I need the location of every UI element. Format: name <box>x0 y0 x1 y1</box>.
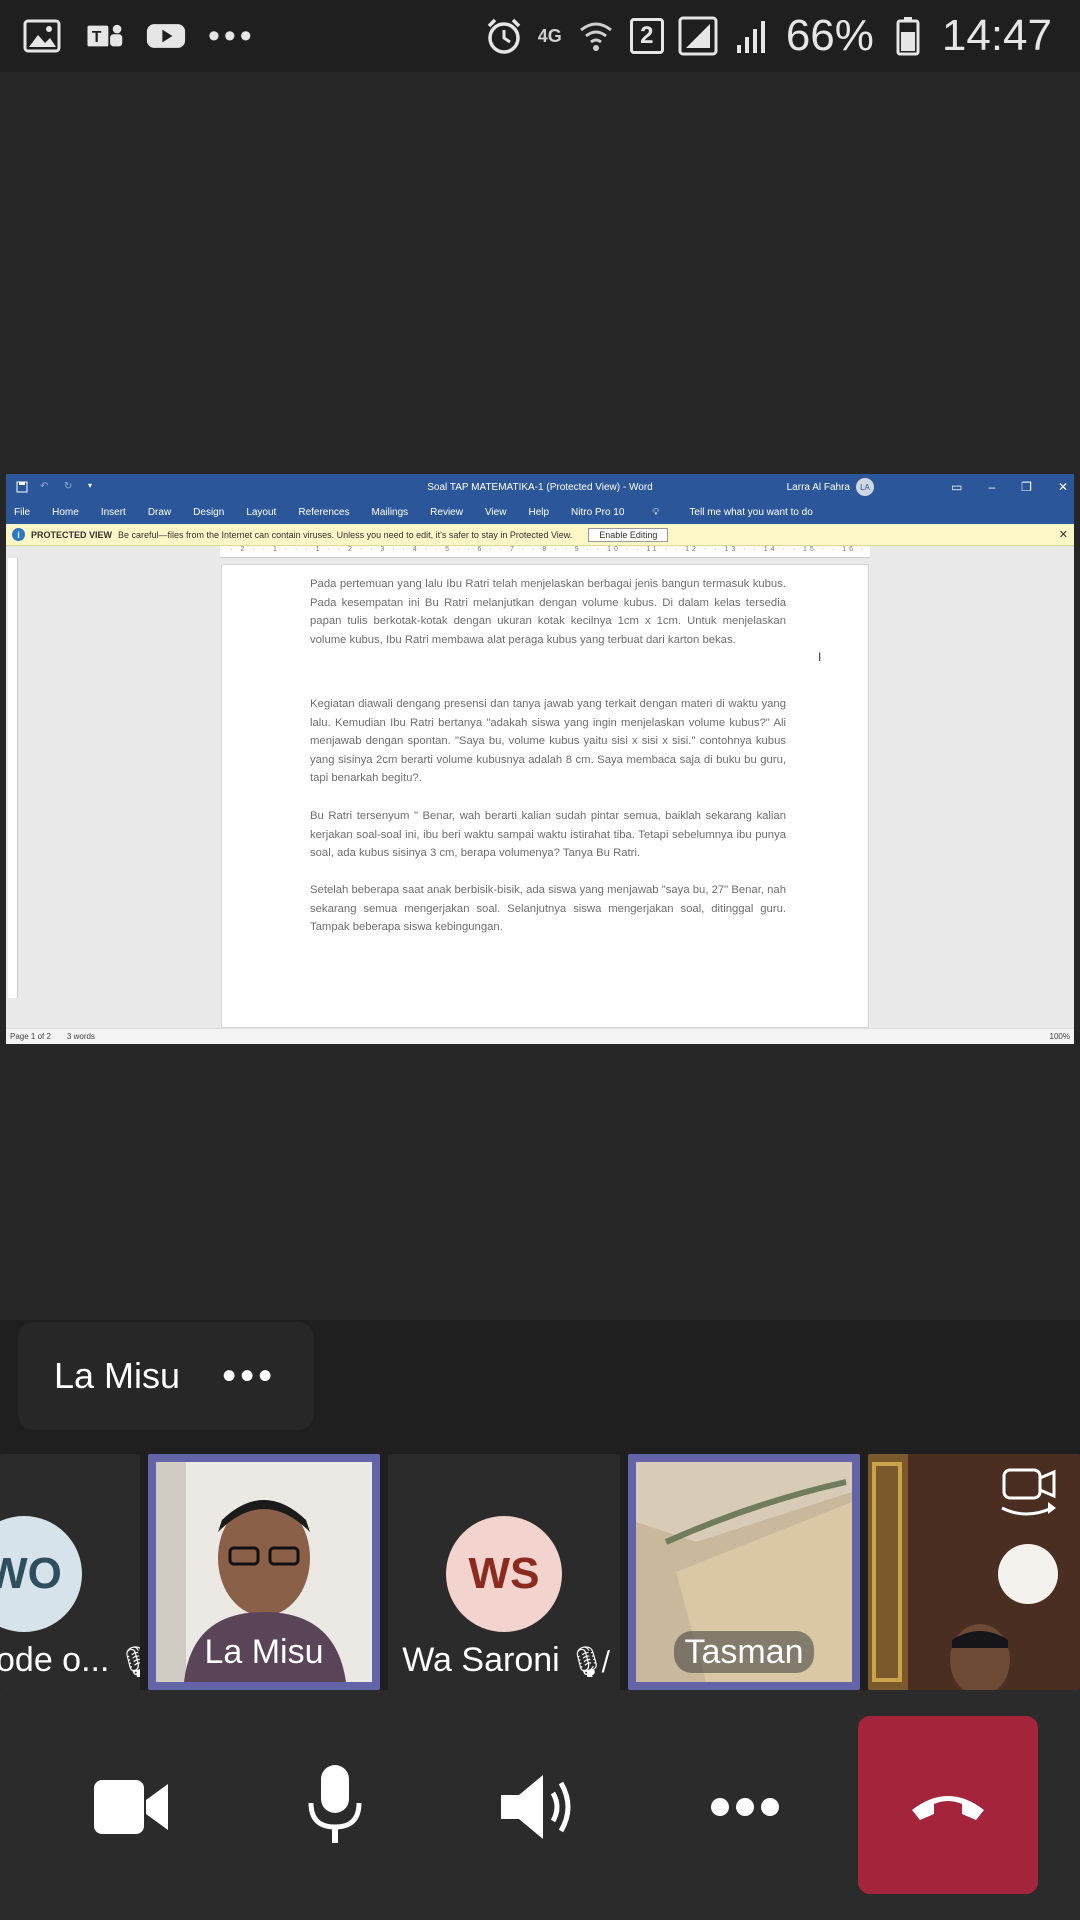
speaker-icon <box>501 1775 571 1839</box>
svg-text:T: T <box>92 29 102 46</box>
switch-camera-icon[interactable] <box>996 1466 1062 1525</box>
video-camera-icon <box>94 1780 168 1834</box>
more-actions-button[interactable] <box>690 1752 800 1862</box>
battery-percent: 66% <box>785 11 874 60</box>
menu-references: References <box>298 506 350 518</box>
clock: 14:47 <box>941 11 1052 60</box>
wifi-icon <box>576 16 616 56</box>
restore-icon: ❐ <box>1021 480 1032 494</box>
teams-icon: T <box>84 16 124 56</box>
close-icon: ✕ <box>1058 529 1068 541</box>
user-name: Larra Al Fahra <box>786 481 850 493</box>
participant-tile-self[interactable] <box>868 1454 1080 1690</box>
paragraph-2: Kegiatan diawali dengang presensi dan ta… <box>310 698 786 784</box>
protected-view-bar: i PROTECTED VIEW Be careful—files from t… <box>6 524 1074 546</box>
protected-message: Be careful—files from the Internet can c… <box>118 529 573 540</box>
word-title-bar: ↶ ↻ ▾ Soal TAP MATEMATIKA-1 (Protected V… <box>6 474 1074 500</box>
avatar: WS <box>446 1516 562 1632</box>
gallery-icon <box>22 16 62 56</box>
participant-name-text: Wa Saroni <box>402 1641 560 1679</box>
avatar-initials: WS <box>468 1549 540 1598</box>
horizontal-ruler: · · 2 · · 1 · · · 1 · · 2 · · 3 · · 4 · … <box>220 546 870 558</box>
word-status-bar: Page 1 of 2 3 words 100% <box>6 1028 1074 1044</box>
menu-layout: Layout <box>246 506 277 518</box>
youtube-icon <box>146 16 186 56</box>
participant-name: Tasman <box>636 1631 852 1673</box>
status-bar: T ••• 4G 2 66% 14:47 <box>0 0 1080 72</box>
menu-design: Design <box>193 506 225 518</box>
protected-label: PROTECTED VIEW <box>31 529 113 540</box>
participant-name: La Misu <box>204 1633 324 1671</box>
tell-me: 💡︎ Tell me what you want to do <box>652 507 834 518</box>
sim-badge: 2 <box>629 18 664 54</box>
menu-help: Help <box>528 506 550 518</box>
minimize-icon: – <box>988 480 996 494</box>
user-avatar: LA <box>856 478 874 496</box>
microphone-icon <box>308 1765 362 1843</box>
page-info: Page 1 of 2 <box>10 1032 51 1041</box>
menu-home: Home <box>52 506 79 518</box>
paragraph-3: Bu Ratri tersenyum " Benar, wah berarti … <box>310 810 786 859</box>
alarm-icon <box>484 16 524 56</box>
menu-mailings: Mailings <box>371 506 409 518</box>
signal-sim2-icon <box>732 16 772 56</box>
ribbon-display-icon: ▭ <box>951 480 963 494</box>
more-icon <box>711 1798 779 1816</box>
mic-off-icon: 🎙︎̸ <box>117 1645 140 1679</box>
menu-review: Review <box>430 506 463 518</box>
close-icon: ✕ <box>1057 480 1068 494</box>
document-title: Soal TAP MATEMATIKA-1 (Protected View) -… <box>427 481 653 493</box>
participant-name: ode o... 🎙︎̸ <box>0 1641 140 1680</box>
speaker-button[interactable] <box>484 1752 594 1862</box>
more-notifications-icon: ••• <box>208 16 256 55</box>
paragraph-1: Pada pertemuan yang lalu Ibu Ratri telah… <box>310 578 786 646</box>
zoom-level: 100% <box>1049 1032 1070 1041</box>
participant-name-text: ode o... <box>0 1641 110 1679</box>
avatar: WO <box>0 1516 82 1632</box>
participant-name-text: Tasman <box>674 1631 814 1673</box>
avatar-initials: WO <box>0 1549 62 1598</box>
paragraph-4: Setelah beberapa saat anak berbisik-bisi… <box>310 884 786 933</box>
enable-editing-button: Enable Editing <box>588 527 669 542</box>
menu-insert: Insert <box>100 506 126 518</box>
menu-file: File <box>14 506 31 518</box>
network-type: 4G <box>537 25 562 46</box>
participant-tile[interactable]: WS Wa Saroni 🎙︎̸ <box>388 1454 620 1690</box>
vertical-ruler <box>8 558 18 998</box>
tell-me-text: Tell me what you want to do <box>689 506 813 518</box>
menu-draw: Draw <box>147 506 172 518</box>
shared-screen[interactable]: ↶ ↻ ▾ Soal TAP MATEMATIKA-1 (Protected V… <box>6 474 1074 1044</box>
participant-tile-active[interactable]: La Misu <box>148 1454 380 1690</box>
participant-tile[interactable]: WO ode o... 🎙︎̸ <box>0 1454 140 1690</box>
menu-view: View <box>484 506 507 518</box>
document-page: Pada pertemuan yang lalu Ibu Ratri telah… <box>221 564 869 1028</box>
participant-name: Wa Saroni 🎙︎̸ <box>388 1641 620 1680</box>
signal-sim1-icon <box>678 16 718 56</box>
info-icon: i <box>12 528 25 541</box>
word-count: 3 words <box>66 1032 95 1041</box>
lightbulb-icon: 💡︎ <box>652 506 660 518</box>
microphone-button[interactable] <box>280 1750 390 1860</box>
mic-off-icon: 🎙︎̸ <box>567 1645 606 1679</box>
active-speaker-pill[interactable]: La Misu ••• <box>18 1322 314 1430</box>
word-menu: File Home Insert Draw Design Layout Refe… <box>6 500 1074 524</box>
camera-button[interactable] <box>76 1752 186 1862</box>
participant-strip: WO ode o...🎙︎̸ La Misu WS Wa Saroni🎙︎̸ <box>0 1448 1080 1690</box>
participant-tile-active[interactable]: Tasman <box>628 1454 860 1690</box>
more-options-icon[interactable]: ••• <box>222 1356 276 1396</box>
hang-up-button[interactable] <box>858 1716 1038 1894</box>
menu-nitro: Nitro Pro 10 <box>571 506 625 518</box>
hang-up-icon <box>912 1796 984 1820</box>
text-cursor-icon: I <box>818 650 822 664</box>
battery-icon <box>888 16 928 56</box>
speaker-name: La Misu <box>54 1355 181 1396</box>
